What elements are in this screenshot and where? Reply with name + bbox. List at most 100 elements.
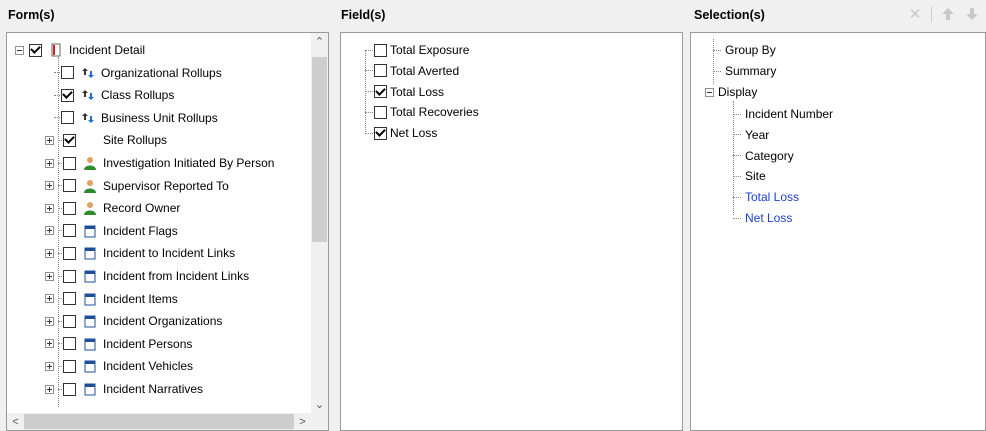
- fields-tree[interactable]: Total Exposure Total Averted Total Loss Tot…: [340, 32, 683, 431]
- field-tree-item[interactable]: Total Exposure: [365, 39, 469, 61]
- selection-display[interactable]: Display: [705, 81, 757, 103]
- move-down-icon[interactable]: [964, 6, 980, 22]
- form-tree-item[interactable]: Incident from Incident Links: [45, 265, 249, 287]
- blank-icon: [83, 133, 97, 147]
- form-label: Record Owner: [103, 201, 181, 216]
- expand-icon[interactable]: [45, 271, 54, 281]
- display-item[interactable]: Category: [733, 145, 794, 167]
- form-tree-item[interactable]: Incident Items: [45, 288, 178, 310]
- scroll-down-arrow-icon[interactable]: ⌄: [311, 396, 328, 413]
- expand-icon[interactable]: [45, 226, 54, 236]
- forms-tree[interactable]: Incident Detail Organizational Rollups Cla…: [6, 32, 329, 431]
- expand-icon[interactable]: [45, 384, 54, 394]
- form-tree-item[interactable]: Organizational Rollups: [54, 62, 222, 84]
- scroll-up-arrow-icon[interactable]: ⌃: [311, 33, 328, 50]
- form-checkbox[interactable]: [63, 179, 76, 193]
- form-checkbox[interactable]: [63, 224, 76, 238]
- display-item[interactable]: Year: [733, 124, 769, 146]
- expand-icon[interactable]: [45, 316, 54, 326]
- field-checkbox[interactable]: [374, 85, 387, 99]
- move-up-icon[interactable]: [940, 6, 956, 22]
- form-checkbox[interactable]: [29, 43, 42, 57]
- form-checkbox[interactable]: [61, 66, 74, 80]
- person-icon: [83, 179, 97, 193]
- form-tree-item[interactable]: Business Unit Rollups: [54, 107, 218, 129]
- display-item[interactable]: Incident Number: [733, 103, 833, 125]
- expand-icon[interactable]: [45, 181, 54, 191]
- field-checkbox[interactable]: [374, 43, 387, 57]
- form-label: Incident Vehicles: [103, 359, 194, 374]
- tree-connector: [54, 72, 60, 74]
- tree-connector: [733, 196, 741, 198]
- form-tree-item[interactable]: Incident Organizations: [45, 310, 222, 332]
- selections-tree[interactable]: Group By Summary Display Incident Number Yea…: [690, 32, 986, 431]
- scroll-left-arrow-icon[interactable]: <: [7, 413, 24, 430]
- delete-icon[interactable]: ✕: [907, 6, 923, 23]
- display-item[interactable]: Site: [733, 165, 766, 187]
- form-tree-item[interactable]: Incident Persons: [45, 333, 192, 355]
- field-tree-item[interactable]: Total Averted: [365, 60, 459, 82]
- field-checkbox[interactable]: [374, 126, 387, 140]
- scroll-right-arrow-icon[interactable]: >: [294, 413, 311, 430]
- form-checkbox[interactable]: [63, 269, 76, 283]
- expand-icon[interactable]: [45, 135, 54, 145]
- form-checkbox[interactable]: [63, 133, 76, 147]
- forms-horizontal-scrollbar[interactable]: < >: [7, 413, 311, 430]
- form-tree-item[interactable]: Incident Narratives: [45, 378, 203, 400]
- rollup-icon: [81, 88, 95, 102]
- form-tree-item[interactable]: Incident Detail: [15, 39, 145, 61]
- form-checkbox[interactable]: [63, 292, 76, 306]
- selections-pane: Selection(s) ✕ Group By Summary Display Inc…: [686, 0, 986, 431]
- tree-connector: [713, 49, 721, 51]
- expand-icon[interactable]: [45, 248, 54, 258]
- field-tree-item[interactable]: Total Loss: [365, 81, 444, 103]
- field-checkbox[interactable]: [374, 64, 387, 78]
- field-checkbox[interactable]: [374, 105, 387, 119]
- form-tree-item[interactable]: Incident Vehicles: [45, 355, 193, 377]
- collapse-icon[interactable]: [705, 87, 714, 97]
- expand-icon[interactable]: [45, 361, 54, 371]
- form-tree-item[interactable]: Class Rollups: [54, 84, 174, 106]
- form-checkbox[interactable]: [61, 111, 74, 125]
- forms-vertical-scrollbar[interactable]: ⌃ ⌄: [311, 33, 328, 413]
- form-tree-item[interactable]: Supervisor Reported To: [45, 175, 229, 197]
- form-checkbox[interactable]: [63, 314, 76, 328]
- form-label: Investigation Initiated By Person: [103, 156, 275, 170]
- expand-icon[interactable]: [45, 294, 54, 304]
- selection-summary[interactable]: Summary: [713, 60, 776, 82]
- tree-connector: [733, 134, 741, 136]
- form-tree-item[interactable]: Incident Flags: [45, 220, 178, 242]
- form-tree-item[interactable]: Site Rollups: [45, 129, 167, 151]
- form-checkbox[interactable]: [63, 359, 76, 373]
- form-tree-item[interactable]: Incident to Incident Links: [45, 242, 235, 264]
- expand-icon[interactable]: [45, 339, 54, 349]
- form-checkbox[interactable]: [63, 246, 76, 260]
- expand-icon[interactable]: [45, 158, 54, 168]
- field-tree-item[interactable]: Total Recoveries: [365, 101, 479, 123]
- tree-connector: [733, 175, 741, 177]
- form-checkbox[interactable]: [63, 337, 76, 351]
- tree-connector: [713, 70, 721, 72]
- display-item-label: Category: [745, 148, 794, 163]
- fields-header: Field(s): [341, 8, 386, 22]
- form-tree-item[interactable]: Record Owner: [45, 197, 180, 219]
- field-tree-item[interactable]: Net Loss: [365, 122, 437, 144]
- display-item[interactable]: Total Loss: [733, 186, 799, 208]
- form-checkbox[interactable]: [61, 88, 74, 102]
- forms-scroll-thumb[interactable]: [312, 57, 327, 242]
- calendar-icon: [83, 382, 97, 396]
- calendar-icon: [83, 359, 97, 373]
- form-checkbox[interactable]: [63, 382, 76, 396]
- collapse-icon[interactable]: [15, 45, 24, 55]
- form-tree-item[interactable]: Investigation Initiated By Person: [45, 152, 274, 174]
- form-checkbox[interactable]: [63, 156, 76, 170]
- form-checkbox[interactable]: [63, 201, 76, 215]
- forms-hscroll-thumb[interactable]: [24, 414, 294, 429]
- expand-icon[interactable]: [45, 203, 54, 213]
- display-item-label: Total Loss: [745, 190, 800, 205]
- tree-connector: [54, 94, 60, 96]
- form-label: Site Rollups: [103, 133, 168, 148]
- display-item[interactable]: Net Loss: [733, 207, 792, 229]
- selection-group-by[interactable]: Group By: [713, 39, 776, 61]
- tree-vertical-connector: [58, 57, 59, 407]
